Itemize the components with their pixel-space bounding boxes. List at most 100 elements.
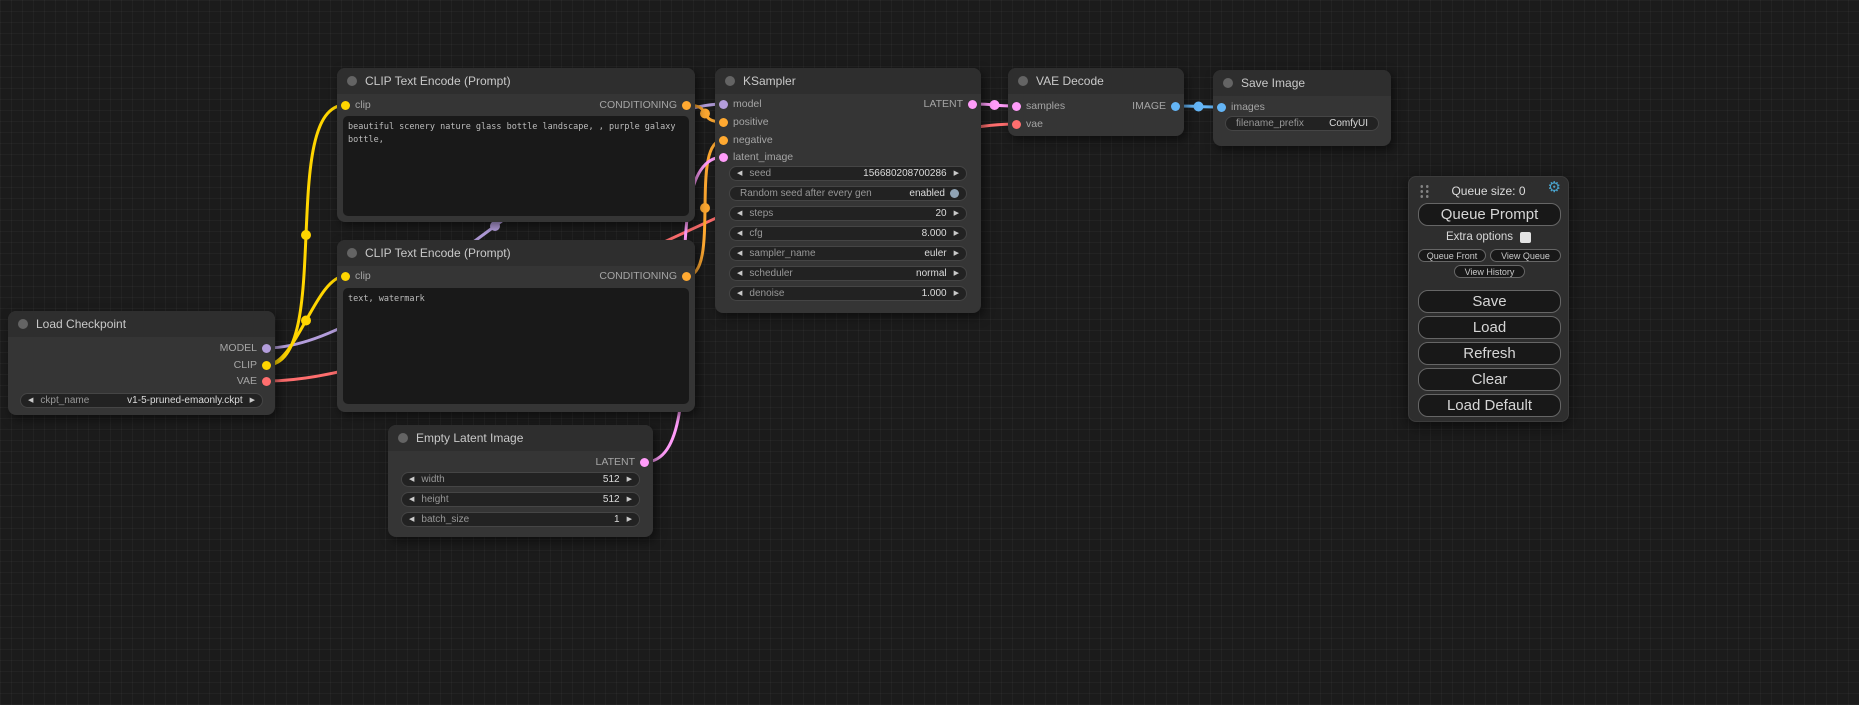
node-title-bar[interactable]: VAE Decode	[1008, 68, 1184, 94]
output-slot-conditioning[interactable]	[682, 272, 691, 281]
collapse-dot-icon[interactable]	[347, 248, 357, 258]
decrement-arrow-icon[interactable]: ◀	[28, 397, 33, 404]
view-history-button[interactable]: View History	[1454, 265, 1525, 278]
widget-filename-prefix[interactable]: filename_prefix ComfyUI	[1225, 116, 1379, 131]
output-slot-model[interactable]	[262, 344, 271, 353]
decrement-arrow-icon[interactable]: ◀	[737, 210, 742, 217]
decrement-arrow-icon[interactable]: ◀	[409, 476, 414, 483]
toggle-indicator-icon[interactable]	[950, 189, 959, 198]
prompt-textarea[interactable]: text, watermark	[343, 288, 689, 404]
decrement-arrow-icon[interactable]: ◀	[737, 250, 742, 257]
node-title-bar[interactable]: CLIP Text Encode (Prompt)	[337, 240, 695, 266]
increment-arrow-icon[interactable]: ▶	[627, 516, 632, 523]
widget-value: 512	[603, 474, 620, 485]
node-empty-latent-image[interactable]: Empty Latent Image LATENT ◀ width 512 ▶ …	[388, 425, 653, 537]
input-slot-positive[interactable]	[719, 118, 728, 127]
widget-value: euler	[924, 248, 946, 259]
widget-label: steps	[749, 208, 773, 219]
decrement-arrow-icon[interactable]: ◀	[409, 516, 414, 523]
widget-value: 512	[603, 494, 620, 505]
collapse-dot-icon[interactable]	[398, 433, 408, 443]
prompt-textarea[interactable]: beautiful scenery nature glass bottle la…	[343, 116, 689, 216]
collapse-dot-icon[interactable]	[1223, 78, 1233, 88]
node-save-image[interactable]: Save Image images filename_prefix ComfyU…	[1213, 70, 1391, 146]
widget-value: 1	[614, 514, 620, 525]
node-clip-text-encode-negative[interactable]: CLIP Text Encode (Prompt) clip CONDITION…	[337, 240, 695, 412]
collapse-dot-icon[interactable]	[347, 76, 357, 86]
decrement-arrow-icon[interactable]: ◀	[737, 270, 742, 277]
widget-label: Random seed after every gen	[740, 188, 872, 199]
input-label-clip: clip	[355, 270, 371, 282]
node-title-bar[interactable]: CLIP Text Encode (Prompt)	[337, 68, 695, 94]
output-slot-image[interactable]	[1171, 102, 1180, 111]
increment-arrow-icon[interactable]: ▶	[954, 230, 959, 237]
decrement-arrow-icon[interactable]: ◀	[737, 290, 742, 297]
increment-arrow-icon[interactable]: ▶	[954, 250, 959, 257]
widget-value: 20	[935, 208, 946, 219]
increment-arrow-icon[interactable]: ▶	[954, 210, 959, 217]
decrement-arrow-icon[interactable]: ◀	[409, 496, 414, 503]
widget-value: enabled	[909, 188, 945, 199]
collapse-dot-icon[interactable]	[1018, 76, 1028, 86]
input-slot-images[interactable]	[1217, 103, 1226, 112]
input-slot-vae[interactable]	[1012, 120, 1021, 129]
input-slot-clip[interactable]	[341, 272, 350, 281]
node-title: VAE Decode	[1036, 74, 1104, 88]
output-slot-vae[interactable]	[262, 377, 271, 386]
node-load-checkpoint[interactable]: Load Checkpoint MODEL CLIP VAE ◀ ckpt_na…	[8, 311, 275, 415]
load-default-button[interactable]: Load Default	[1418, 394, 1561, 417]
input-slot-samples[interactable]	[1012, 102, 1021, 111]
widget-cfg[interactable]: ◀ cfg 8.000 ▶	[729, 226, 967, 241]
node-title-bar[interactable]: Load Checkpoint	[8, 311, 275, 337]
input-slot-latent-image[interactable]	[719, 153, 728, 162]
output-slot-latent[interactable]	[640, 458, 649, 467]
widget-scheduler[interactable]: ◀ scheduler normal ▶	[729, 266, 967, 281]
widget-label: ckpt_name	[40, 395, 89, 406]
node-graph-canvas[interactable]: Load Checkpoint MODEL CLIP VAE ◀ ckpt_na…	[0, 0, 1859, 705]
node-ksampler[interactable]: KSampler model positive negative latent_…	[715, 68, 981, 313]
settings-gear-icon[interactable]: ⚙	[1548, 179, 1561, 197]
output-slot-conditioning[interactable]	[682, 101, 691, 110]
widget-sampler-name[interactable]: ◀ sampler_name euler ▶	[729, 246, 967, 261]
decrement-arrow-icon[interactable]: ◀	[737, 230, 742, 237]
output-slot-latent[interactable]	[968, 100, 977, 109]
increment-arrow-icon[interactable]: ▶	[954, 290, 959, 297]
node-title-bar[interactable]: KSampler	[715, 68, 981, 94]
queue-prompt-button[interactable]: Queue Prompt	[1418, 203, 1561, 226]
increment-arrow-icon[interactable]: ▶	[954, 170, 959, 177]
save-button[interactable]: Save	[1418, 290, 1561, 313]
widget-random-seed-toggle[interactable]: Random seed after every gen enabled	[729, 186, 967, 201]
widget-steps[interactable]: ◀ steps 20 ▶	[729, 206, 967, 221]
widget-value: 8.000	[922, 228, 947, 239]
increment-arrow-icon[interactable]: ▶	[627, 496, 632, 503]
view-queue-button[interactable]: View Queue	[1490, 249, 1561, 262]
output-slot-clip[interactable]	[262, 361, 271, 370]
node-vae-decode[interactable]: VAE Decode samples vae IMAGE	[1008, 68, 1184, 136]
widget-width[interactable]: ◀ width 512 ▶	[401, 472, 640, 487]
extra-options-checkbox[interactable]	[1520, 232, 1531, 243]
collapse-dot-icon[interactable]	[18, 319, 28, 329]
increment-arrow-icon[interactable]: ▶	[954, 270, 959, 277]
node-title-bar[interactable]: Empty Latent Image	[388, 425, 653, 451]
node-title-bar[interactable]: Save Image	[1213, 70, 1391, 96]
input-slot-clip[interactable]	[341, 101, 350, 110]
collapse-dot-icon[interactable]	[725, 76, 735, 86]
widget-denoise[interactable]: ◀ denoise 1.000 ▶	[729, 286, 967, 301]
queue-size-label: Queue size: 0	[1409, 184, 1568, 198]
widget-label: sampler_name	[749, 248, 815, 259]
increment-arrow-icon[interactable]: ▶	[627, 476, 632, 483]
clear-button[interactable]: Clear	[1418, 368, 1561, 391]
queue-front-button[interactable]: Queue Front	[1418, 249, 1486, 262]
widget-batch-size[interactable]: ◀ batch_size 1 ▶	[401, 512, 640, 527]
input-slot-model[interactable]	[719, 100, 728, 109]
input-slot-negative[interactable]	[719, 136, 728, 145]
widget-ckpt-name[interactable]: ◀ ckpt_name v1-5-pruned-emaonly.ckpt ▶	[20, 393, 263, 408]
refresh-button[interactable]: Refresh	[1418, 342, 1561, 365]
output-label-conditioning: CONDITIONING	[599, 270, 677, 282]
increment-arrow-icon[interactable]: ▶	[250, 397, 255, 404]
load-button[interactable]: Load	[1418, 316, 1561, 339]
widget-seed[interactable]: ◀ seed 156680208700286 ▶	[729, 166, 967, 181]
widget-height[interactable]: ◀ height 512 ▶	[401, 492, 640, 507]
decrement-arrow-icon[interactable]: ◀	[737, 170, 742, 177]
node-clip-text-encode-positive[interactable]: CLIP Text Encode (Prompt) clip CONDITION…	[337, 68, 695, 222]
